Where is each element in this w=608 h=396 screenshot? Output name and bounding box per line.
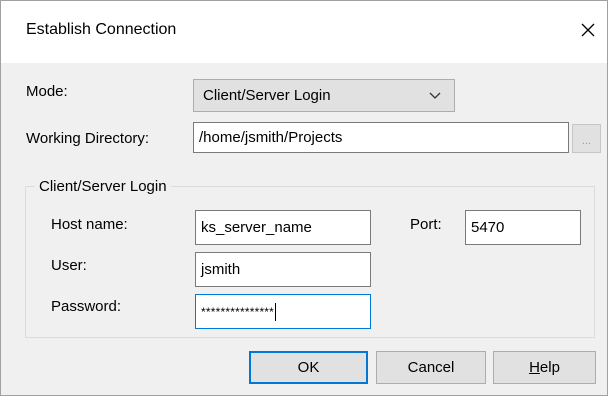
password-label: Password: (51, 298, 122, 315)
port-input[interactable]: 5470 (465, 210, 581, 245)
browse-button[interactable]: ... (572, 124, 601, 153)
mode-dropdown[interactable]: Client/Server Login (193, 79, 455, 112)
text-caret (275, 302, 277, 321)
help-mnemonic: H (529, 359, 540, 376)
close-button[interactable] (573, 15, 603, 45)
password-input[interactable]: *************** (195, 294, 371, 329)
working-directory-input[interactable]: /home/jsmith/Projects (193, 122, 569, 153)
host-name-input[interactable]: ks_server_name (195, 210, 371, 245)
port-label: Port: (410, 216, 442, 233)
dialog-title: Establish Connection (26, 21, 177, 38)
title-bar: Establish Connection (1, 1, 607, 63)
working-directory-value: /home/jsmith/Projects (199, 129, 343, 146)
user-value: jsmith (201, 261, 241, 278)
group-title: Client/Server Login (35, 178, 171, 195)
working-directory-label: Working Directory: (26, 130, 150, 147)
browse-label: ... (581, 135, 592, 147)
close-icon (581, 23, 595, 37)
host-name-value: ks_server_name (201, 219, 312, 236)
help-label-rest: elp (539, 359, 560, 376)
mode-selected-value: Client/Server Login (203, 87, 331, 104)
ok-label: OK (297, 359, 320, 376)
user-input[interactable]: jsmith (195, 252, 371, 287)
chevron-down-icon (429, 92, 441, 99)
password-value: *************** (201, 304, 275, 319)
host-name-label: Host name: (51, 216, 128, 233)
cancel-button[interactable]: Cancel (376, 351, 486, 384)
help-button[interactable]: Help (493, 351, 596, 384)
ok-button[interactable]: OK (249, 351, 368, 384)
mode-label: Mode: (26, 83, 68, 100)
help-label: Help (529, 359, 560, 376)
establish-connection-dialog: Establish Connection Mode: Client/Server… (0, 0, 608, 396)
user-label: User: (51, 257, 87, 274)
cancel-label: Cancel (407, 359, 455, 376)
port-value: 5470 (471, 219, 505, 236)
